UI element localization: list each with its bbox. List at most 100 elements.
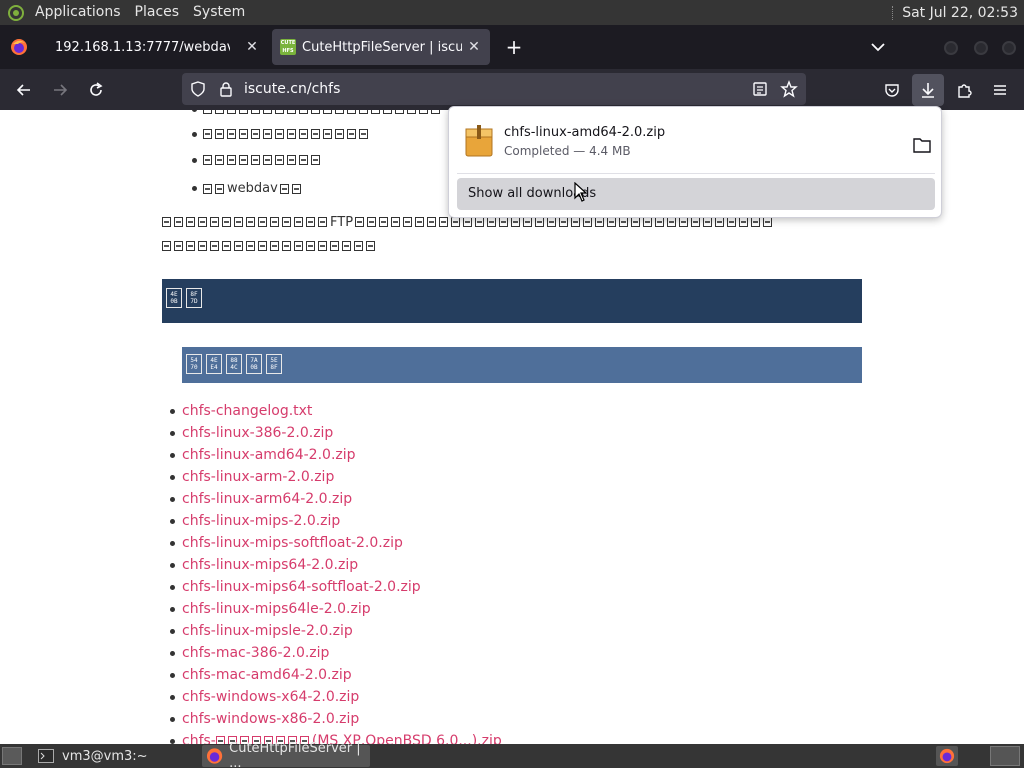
file-link[interactable]: chfs-changelog.txt — [182, 403, 312, 419]
system-menu[interactable]: System — [186, 0, 252, 25]
file-link[interactable]: chfs-linux-arm-2.0.zip — [182, 469, 334, 485]
address-bar[interactable]: iscute.cn/chfs — [182, 73, 806, 105]
downloads-button[interactable] — [912, 74, 944, 106]
task-label: CuteHttpFileServer | ... — [229, 741, 361, 768]
extensions-puzzle-icon[interactable] — [951, 77, 977, 103]
maximize-window-button[interactable] — [974, 41, 988, 55]
file-link[interactable]: chfs-linux-arm64-2.0.zip — [182, 491, 352, 507]
file-link[interactable]: chfs-linux-amd64-2.0.zip — [182, 447, 356, 463]
file-link[interactable]: chfs-linux-mips64-softfloat-2.0.zip — [182, 579, 421, 595]
minimize-window-button[interactable] — [944, 41, 958, 55]
back-button[interactable] — [11, 77, 37, 103]
top-panel: Applications Places System Sat Jul 22, 0… — [0, 0, 1024, 25]
file-link[interactable]: chfs-linux-mips64-2.0.zip — [182, 557, 358, 573]
list-item: chfs-linux-mips64-2.0.zip — [170, 554, 502, 576]
file-link[interactable]: chfs-mac-amd64-2.0.zip — [182, 667, 352, 683]
webdav-text: webdav — [227, 181, 278, 196]
reader-view-icon[interactable] — [752, 81, 768, 97]
list-item: chfs-linux-arm-2.0.zip — [170, 466, 502, 488]
list-item: chfs-mac-amd64-2.0.zip — [170, 664, 502, 686]
list-item: chfs-windows-x86-2.0.zip — [170, 708, 502, 730]
list-item: chfs-linux-arm64-2.0.zip — [170, 488, 502, 510]
tab-strip: 192.168.1.13:7777/webdav ✕ CUTE HFS Cute… — [0, 25, 1024, 69]
tab-title: 192.168.1.13:7777/webdav — [55, 39, 230, 55]
header-glyph: 54 70 — [186, 354, 202, 374]
section-subheader-latest: 54 704E E488 4C7A 0B5E 8F — [182, 347, 862, 383]
terminal-icon — [38, 749, 54, 763]
show-desktop-button[interactable] — [2, 747, 22, 765]
list-item — [192, 129, 371, 139]
applications-menu[interactable]: Applications — [28, 0, 128, 25]
divider — [457, 173, 935, 174]
close-tab-icon[interactable]: ✕ — [466, 39, 482, 55]
list-item: chfs-linux-mips-softfloat-2.0.zip — [170, 532, 502, 554]
show-all-downloads-button[interactable]: Show all downloads — [457, 178, 935, 210]
close-tab-icon[interactable]: ✕ — [244, 39, 260, 55]
list-item: chfs-windows-x64-2.0.zip — [170, 686, 502, 708]
close-window-button[interactable] — [1002, 41, 1016, 55]
list-item: chfs-linux-mipsle-2.0.zip — [170, 620, 502, 642]
archive-file-icon — [465, 125, 493, 157]
navigation-toolbar: iscute.cn/chfs — [0, 69, 1024, 110]
header-glyph: 8F 7D — [186, 288, 202, 308]
file-link[interactable]: chfs-linux-mips64le-2.0.zip — [182, 601, 371, 617]
header-glyph: 88 4C — [226, 354, 242, 374]
tab-cutehttpfileserver[interactable]: CUTE HFS CuteHttpFileServer | iscute.cn … — [272, 29, 490, 65]
list-all-tabs-chevron-icon[interactable] — [868, 37, 888, 57]
list-item: chfs-changelog.txt — [170, 400, 502, 422]
header-glyph: 5E 8F — [266, 354, 282, 374]
download-file-list: chfs-changelog.txt chfs-linux-386-2.0.zi… — [170, 400, 502, 744]
taskbar-firefox[interactable]: CuteHttpFileServer | ... — [202, 741, 370, 768]
download-status: Completed — 4.4 MB — [504, 144, 631, 158]
list-item — [192, 110, 443, 114]
download-filename: chfs-linux-amd64-2.0.zip — [504, 125, 666, 140]
list-item: chfs-linux-amd64-2.0.zip — [170, 444, 502, 466]
panel-separator — [892, 5, 894, 20]
bookmark-star-icon[interactable] — [780, 80, 798, 98]
list-item — [192, 155, 323, 165]
list-item: chfs-linux-mips-2.0.zip — [170, 510, 502, 532]
list-item: chfs-linux-mips64le-2.0.zip — [170, 598, 502, 620]
list-item: chfs-linux-386-2.0.zip — [170, 422, 502, 444]
file-link[interactable]: chfs-mac-386-2.0.zip — [182, 645, 329, 661]
mouse-cursor-icon — [574, 182, 588, 202]
lock-icon[interactable] — [218, 81, 234, 97]
firefox-icon — [206, 748, 223, 764]
section-header-download: 4E 0B8F 7D — [162, 279, 862, 323]
file-link[interactable]: chfs-linux-mips-softfloat-2.0.zip — [182, 535, 403, 551]
file-link[interactable]: chfs-linux-mips-2.0.zip — [182, 513, 340, 529]
file-link[interactable]: chfs-windows-x86-2.0.zip — [182, 711, 359, 727]
file-link[interactable]: chfs-windows-x64-2.0.zip — [182, 689, 359, 705]
forward-button[interactable] — [47, 77, 73, 103]
list-item: chfs-linux-mips64-softfloat-2.0.zip — [170, 576, 502, 598]
file-link[interactable]: chfs-linux-mipsle-2.0.zip — [182, 623, 353, 639]
header-glyph: 4E E4 — [206, 354, 222, 374]
ftp-text: FTP — [330, 215, 354, 230]
hamburger-menu-icon[interactable] — [987, 77, 1013, 103]
task-label: vm3@vm3:~ — [62, 748, 148, 764]
description-paragraph-line2 — [162, 239, 378, 254]
downloads-panel: chfs-linux-amd64-2.0.zip Completed — 4.4… — [448, 106, 942, 218]
reload-button[interactable] — [83, 77, 109, 103]
places-menu[interactable]: Places — [128, 0, 187, 25]
header-glyph: 4E 0B — [166, 288, 182, 308]
download-item[interactable]: chfs-linux-amd64-2.0.zip Completed — 4.4… — [457, 115, 935, 169]
url-text[interactable]: iscute.cn/chfs — [244, 81, 340, 97]
list-item: chfs-mac-386-2.0.zip — [170, 642, 502, 664]
tab-webdav[interactable]: 192.168.1.13:7777/webdav ✕ — [40, 29, 268, 65]
pocket-icon[interactable] — [879, 77, 905, 103]
list-item: webdav — [192, 181, 304, 196]
taskbar-terminal[interactable]: vm3@vm3:~ — [34, 745, 198, 767]
tab-title: CuteHttpFileServer | iscute.cn — [302, 39, 462, 55]
tracking-protection-shield-icon[interactable] — [190, 81, 206, 97]
cute-hfs-favicon-icon: CUTE HFS — [280, 39, 296, 55]
distro-logo-icon[interactable] — [6, 3, 26, 23]
workspace-switcher[interactable] — [990, 746, 1020, 766]
tray-firefox-icon[interactable] — [936, 746, 958, 766]
clock[interactable]: Sat Jul 22, 02:53 — [902, 5, 1024, 21]
file-link[interactable]: chfs-linux-386-2.0.zip — [182, 425, 333, 441]
firefox-icon[interactable] — [10, 38, 28, 56]
open-folder-icon[interactable] — [913, 137, 931, 153]
download-arrow-icon — [922, 83, 934, 98]
new-tab-button[interactable]: + — [502, 35, 526, 59]
